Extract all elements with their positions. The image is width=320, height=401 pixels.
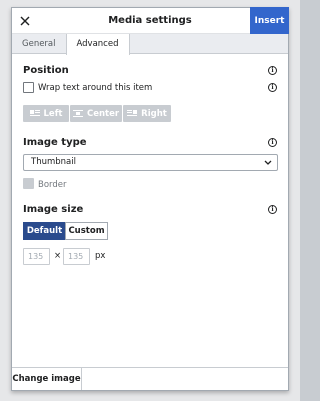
tab-bar: General Advanced: [12, 34, 288, 55]
times-sign: ×: [54, 251, 62, 261]
border-checkbox[interactable]: [23, 178, 34, 189]
default-size-button[interactable]: Default: [23, 222, 66, 240]
dialog-title: Media settings: [108, 15, 192, 26]
change-image-button[interactable]: Change image: [12, 368, 82, 390]
chevron-down-icon: [264, 155, 272, 170]
custom-size-button[interactable]: Custom: [65, 222, 108, 240]
image-type-selected: Thumbnail: [31, 157, 76, 167]
alignment-button-group: Left Center Right: [23, 105, 171, 122]
align-center-label: Center: [86, 108, 120, 119]
dialog-titlebar: Media settings Insert: [12, 7, 289, 34]
align-center-button[interactable]: Center: [70, 105, 122, 122]
width-input[interactable]: 135: [23, 248, 50, 265]
info-icon[interactable]: i: [268, 83, 277, 92]
size-toggle-group: Default Custom: [23, 222, 108, 240]
insert-button[interactable]: Insert: [250, 7, 289, 34]
image-type-select[interactable]: Thumbnail: [23, 154, 278, 171]
align-left-button[interactable]: Left: [23, 105, 69, 122]
image-size-heading: Image size: [23, 204, 84, 215]
tab-general[interactable]: General: [12, 34, 66, 53]
align-left-icon: [29, 110, 40, 116]
dialog-footer: Change image: [12, 367, 288, 390]
align-left-label: Left: [43, 108, 63, 119]
wrap-text-checkbox[interactable]: [23, 82, 34, 93]
height-input[interactable]: 135: [63, 248, 90, 265]
border-label: Border: [38, 180, 67, 190]
image-type-heading: Image type: [23, 137, 87, 148]
tab-advanced[interactable]: Advanced: [65, 34, 130, 55]
align-center-icon: [72, 110, 83, 117]
align-right-button[interactable]: Right: [123, 105, 171, 122]
info-icon[interactable]: i: [268, 66, 277, 75]
align-right-label: Right: [141, 108, 167, 119]
info-icon[interactable]: i: [268, 138, 277, 147]
position-heading: Position: [23, 65, 69, 76]
media-settings-dialog: Media settings Insert General Advanced P…: [11, 7, 289, 391]
align-right-icon: [127, 110, 138, 116]
wrap-text-label: Wrap text around this item: [38, 83, 153, 93]
unit-label: px: [95, 251, 106, 261]
info-icon[interactable]: i: [268, 205, 277, 214]
